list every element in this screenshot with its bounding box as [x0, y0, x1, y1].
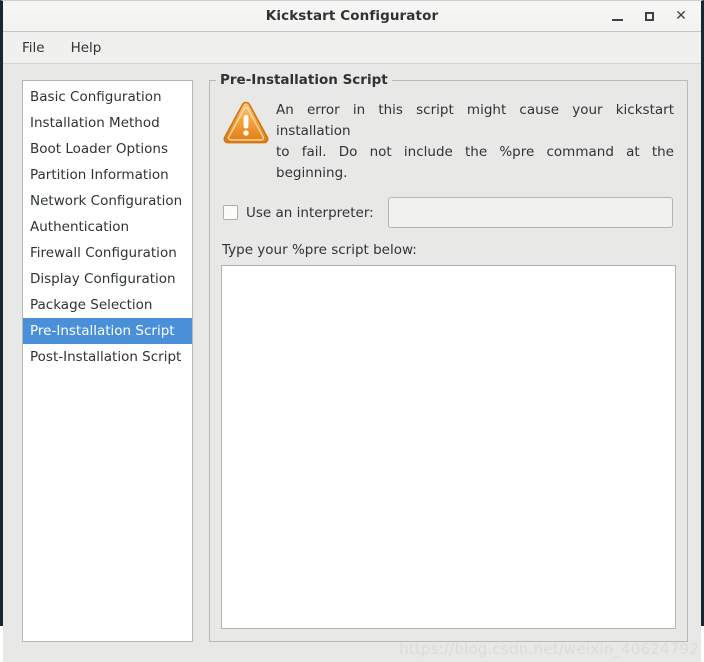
menu-item-help[interactable]: Help: [61, 37, 112, 59]
application-window: Kickstart Configurator ✕ File Help Basic…: [0, 0, 704, 662]
menu-item-file[interactable]: File: [12, 37, 55, 59]
warning-text: An error in this script might cause your…: [276, 97, 676, 184]
sidebar-item-boot-loader-options[interactable]: Boot Loader Options: [23, 136, 192, 162]
panel-title: Pre-Installation Script: [216, 72, 392, 88]
window-title: Kickstart Configurator: [265, 8, 439, 24]
close-icon: ✕: [675, 8, 687, 24]
script-textarea[interactable]: [221, 265, 676, 629]
sidebar-item-authentication[interactable]: Authentication: [23, 214, 192, 240]
interpreter-row: Use an interpreter:: [223, 197, 676, 228]
menu-bar: File Help: [3, 32, 701, 64]
warning-text-line2: to fail. Do not include the %pre command…: [276, 144, 674, 181]
section-list[interactable]: Basic Configuration Installation Method …: [22, 80, 193, 642]
script-label: Type your %pre script below:: [222, 242, 417, 258]
content-area: Basic Configuration Installation Method …: [3, 64, 701, 662]
sidebar-item-package-selection[interactable]: Package Selection: [23, 292, 192, 318]
sidebar-item-basic-configuration[interactable]: Basic Configuration: [23, 84, 192, 110]
warning-triangle-icon: [223, 101, 269, 144]
watermark: https://blog.csdn.net/weixin_40624792: [399, 640, 699, 658]
maximize-icon: [644, 11, 654, 21]
maximize-button[interactable]: [635, 4, 663, 28]
minimize-button[interactable]: [603, 4, 631, 28]
sidebar-item-firewall-configuration[interactable]: Firewall Configuration: [23, 240, 192, 266]
use-interpreter-label: Use an interpreter:: [246, 204, 374, 221]
window-controls: ✕: [603, 1, 695, 31]
sidebar-item-partition-information[interactable]: Partition Information: [23, 162, 192, 188]
title-bar: Kickstart Configurator ✕: [3, 1, 701, 32]
warning-text-line1: An error in this script might cause your…: [276, 102, 674, 139]
close-button[interactable]: ✕: [667, 4, 695, 28]
interpreter-input[interactable]: [387, 197, 673, 228]
sidebar-item-post-installation-script[interactable]: Post-Installation Script: [23, 344, 192, 370]
sidebar-item-network-configuration[interactable]: Network Configuration: [23, 188, 192, 214]
minimize-icon: [611, 18, 623, 21]
sidebar-item-display-configuration[interactable]: Display Configuration: [23, 266, 192, 292]
warning-message: An error in this script might cause your…: [221, 97, 676, 184]
use-interpreter-checkbox[interactable]: [223, 205, 238, 220]
sidebar-item-pre-installation-script[interactable]: Pre-Installation Script: [23, 318, 192, 344]
sidebar-item-installation-method[interactable]: Installation Method: [23, 110, 192, 136]
pre-installation-script-panel: Pre-Installation Script An error in this…: [209, 72, 688, 642]
